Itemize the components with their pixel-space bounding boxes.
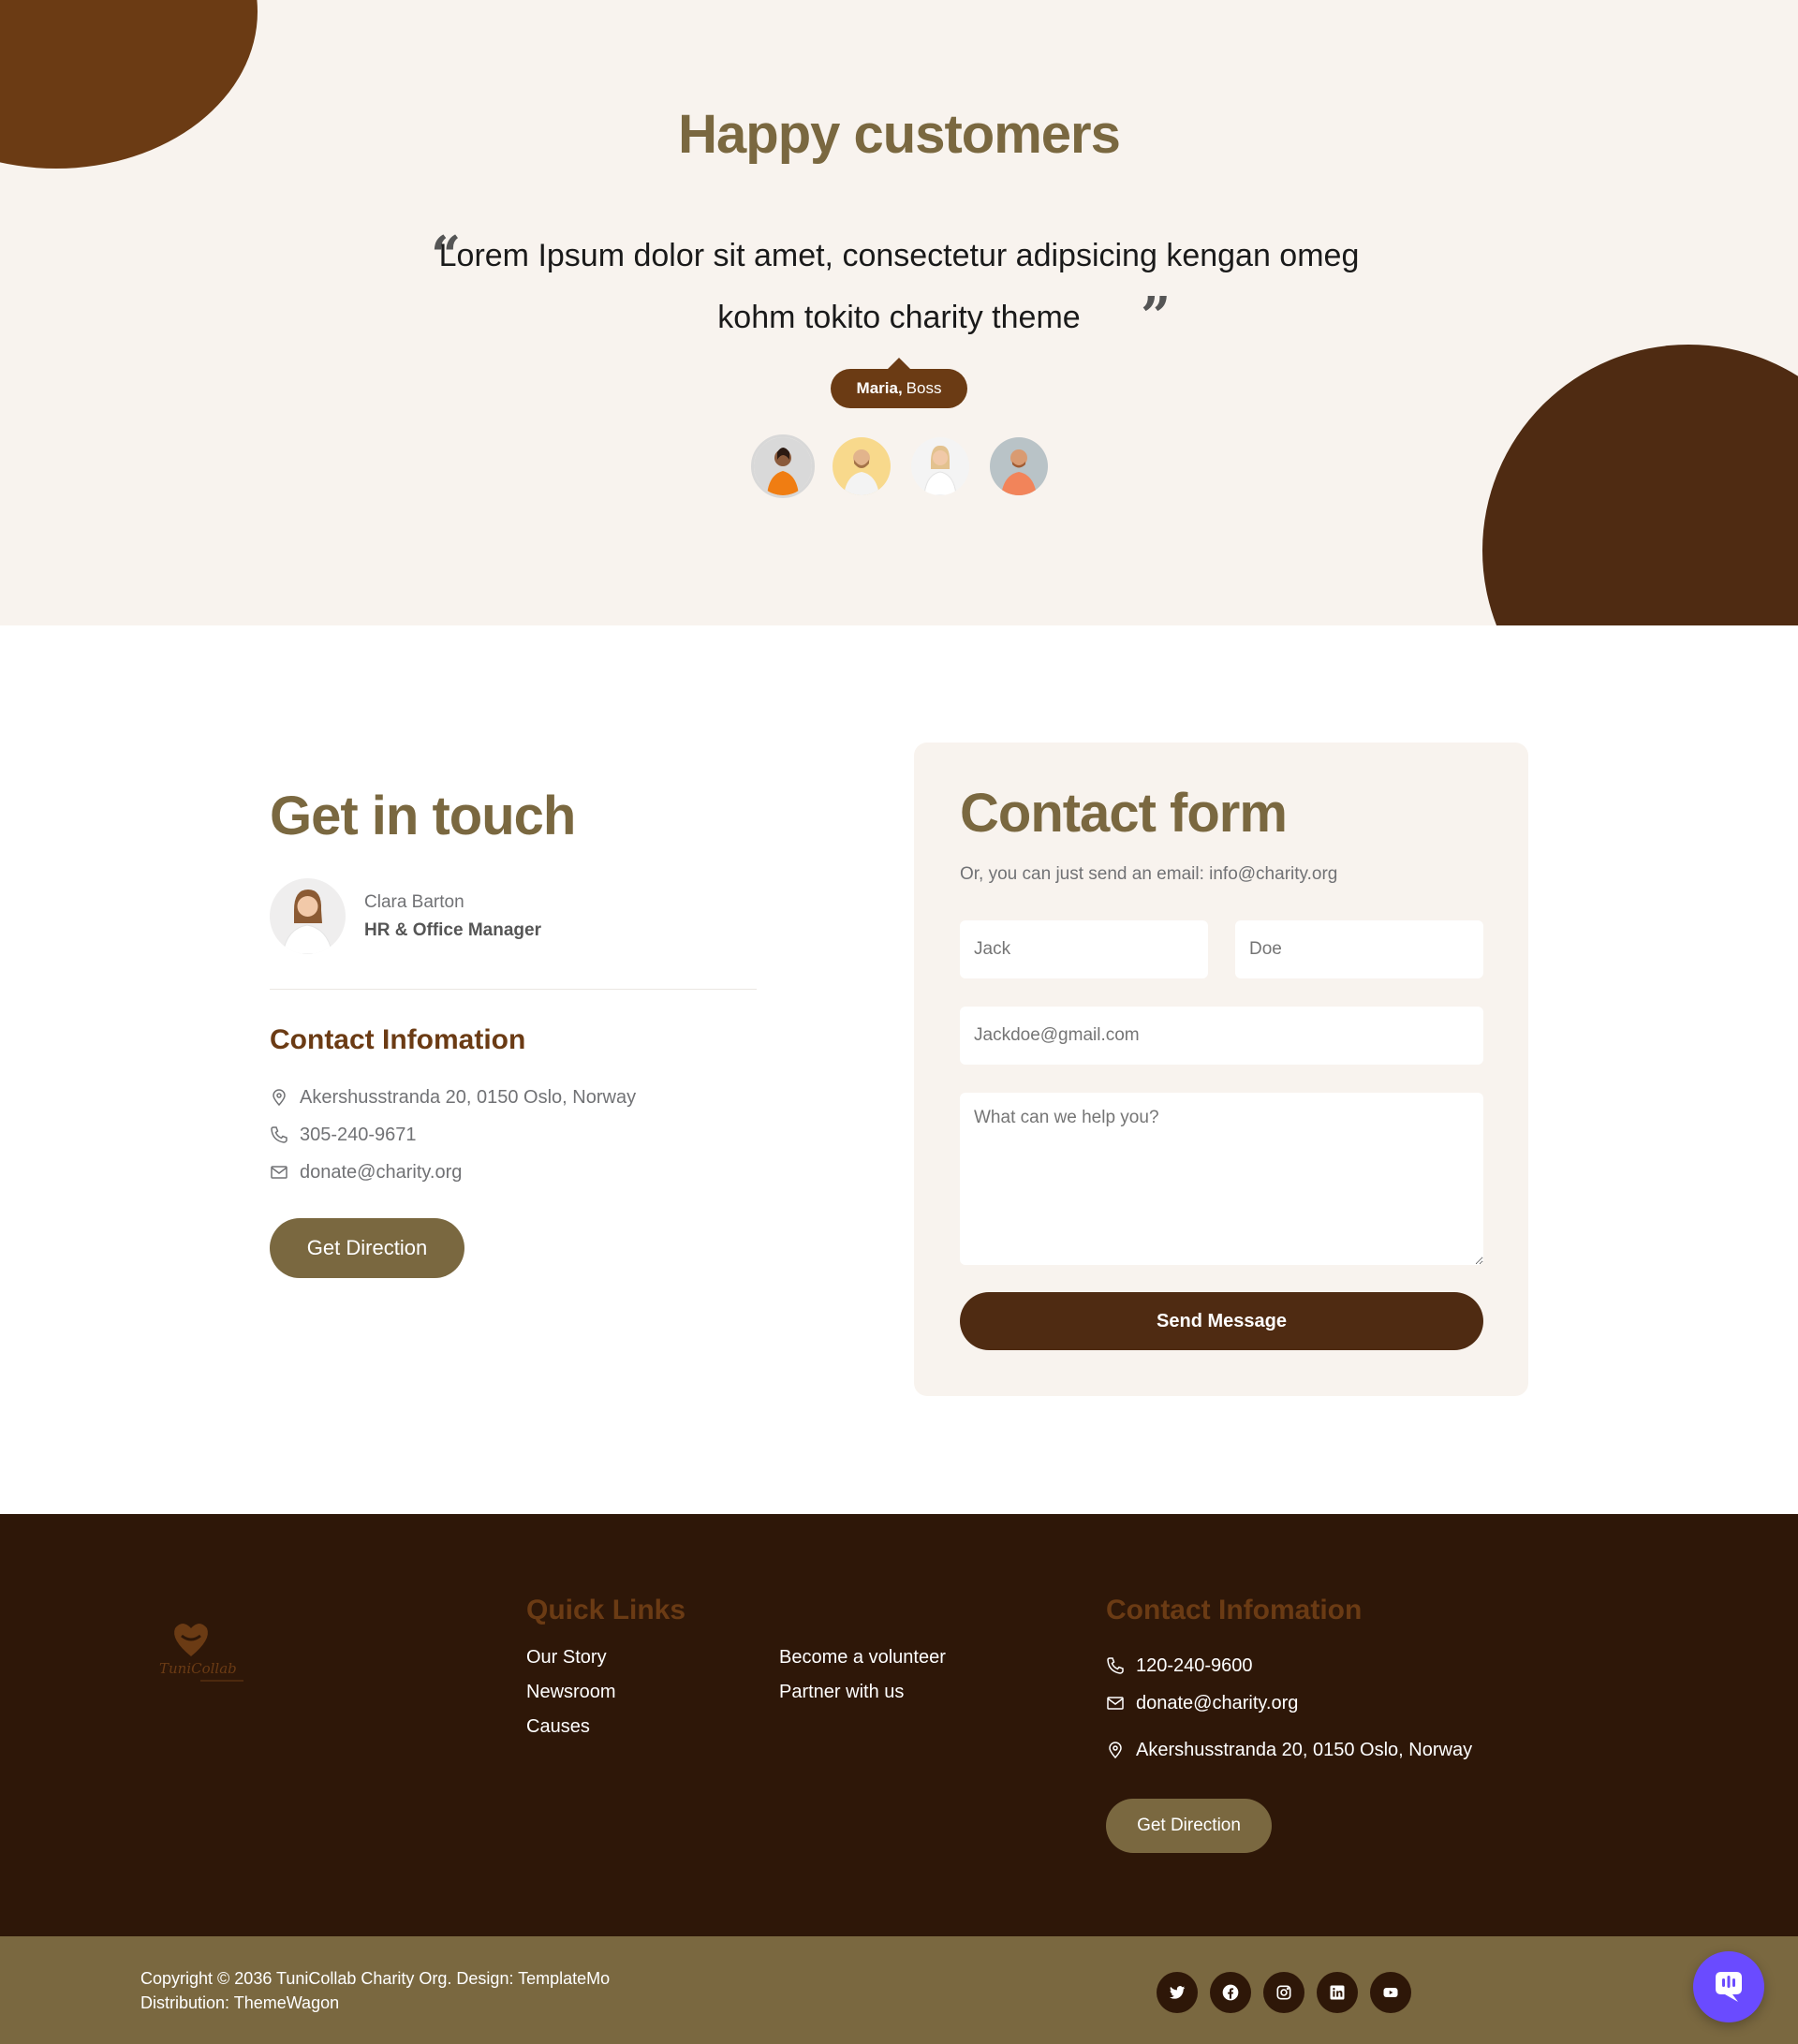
avatar-woman-orange[interactable] — [751, 434, 815, 498]
avatar-man-beard[interactable] — [833, 437, 891, 495]
site-logo[interactable]: TuniCollab — [154, 1615, 257, 1690]
testimonials-section: Happy customers “ Lorem Ipsum dolor sit … — [0, 0, 1798, 625]
footer-email-link[interactable]: donate@charity.org — [1136, 1693, 1298, 1714]
quick-links-column: Our Story Newsroom Causes — [526, 1647, 616, 1751]
divider — [270, 989, 757, 990]
message-textarea[interactable] — [960, 1093, 1483, 1265]
social-links — [1157, 1972, 1411, 2013]
footer-link-causes[interactable]: Causes — [526, 1716, 616, 1751]
send-message-button[interactable]: Send Message — [960, 1292, 1483, 1350]
testimonial-author: Maria, Boss — [831, 358, 967, 408]
footer-link-newsroom[interactable]: Newsroom — [526, 1682, 616, 1716]
map-pin-icon — [273, 1089, 286, 1107]
email-link[interactable]: donate@charity.org — [300, 1162, 462, 1184]
testimonial-avatars — [751, 434, 1048, 498]
instagram-icon[interactable] — [1263, 1972, 1304, 2013]
phone-icon — [271, 1126, 287, 1143]
footer-contact-title: Contact Infomation — [1106, 1595, 1363, 1625]
footer-phone: 120-240-9600 — [1106, 1647, 1472, 1684]
contact-info-title: Contact Infomation — [270, 1024, 526, 1055]
person-name: Clara Barton — [364, 891, 464, 912]
author-role: Boss — [906, 379, 942, 397]
person-role: HR & Office Manager — [364, 919, 541, 940]
decorative-circle — [1482, 345, 1798, 625]
contact-form-card: Contact form Or, you can just send an em… — [914, 743, 1528, 1396]
get-direction-button[interactable]: Get Direction — [270, 1218, 464, 1278]
linkedin-icon[interactable] — [1317, 1972, 1358, 2013]
contact-form-subtitle: Or, you can just send an email: info@cha… — [960, 864, 1338, 884]
copyright-text: Copyright © 2036 TuniCollab Charity Org.… — [140, 1969, 611, 1988]
chat-widget-button[interactable] — [1693, 1951, 1764, 2022]
avatar-man-orange[interactable] — [990, 437, 1048, 495]
youtube-icon[interactable] — [1370, 1972, 1411, 2013]
close-quote-icon: ” — [1141, 286, 1172, 347]
contact-person: Clara Barton HR & Office Manager — [270, 878, 541, 954]
contact-info-list: Akershusstranda 20, 0150 Oslo, Norway 30… — [270, 1079, 636, 1191]
logo-text: TuniCollab — [159, 1660, 237, 1677]
avatar-woman-blonde[interactable] — [911, 437, 969, 495]
footer-link-volunteer[interactable]: Become a volunteer — [779, 1647, 946, 1682]
author-name: Maria, — [856, 379, 903, 397]
chat-icon — [1716, 1972, 1742, 2002]
email-input[interactable] — [960, 1007, 1483, 1065]
distribution-text: Distribution: ThemeWagon — [140, 1993, 340, 2012]
footer-get-direction-button[interactable]: Get Direction — [1106, 1799, 1272, 1853]
copyright: Copyright © 2036 TuniCollab Charity Org.… — [140, 1966, 610, 2015]
site-footer: TuniCollab Quick Links Our Story Newsroo… — [0, 1514, 1798, 1936]
phone-link[interactable]: 305-240-9671 — [300, 1125, 417, 1146]
contact-phone: 305-240-9671 — [270, 1116, 636, 1154]
get-in-touch-title: Get in touch — [270, 786, 576, 846]
footer-phone-link[interactable]: 120-240-9600 — [1136, 1655, 1253, 1677]
testimonial-quote: Lorem Ipsum dolor sit amet, consectetur … — [438, 238, 1360, 335]
quick-links-title: Quick Links — [526, 1595, 686, 1625]
address-text: Akershusstranda 20, 0150 Oslo, Norway — [300, 1086, 637, 1108]
section-title: Happy customers — [678, 104, 1121, 165]
quick-links-column: Become a volunteer Partner with us — [779, 1647, 946, 1716]
footer-link-our-story[interactable]: Our Story — [526, 1647, 616, 1682]
footer-address: Akershusstranda 20, 0150 Oslo, Norway — [1106, 1731, 1472, 1769]
phone-icon — [1107, 1657, 1124, 1674]
footer-link-partner[interactable]: Partner with us — [779, 1682, 946, 1716]
last-name-input[interactable] — [1235, 920, 1483, 978]
contact-address: Akershusstranda 20, 0150 Oslo, Norway — [270, 1079, 636, 1116]
footer-address-text: Akershusstranda 20, 0150 Oslo, Norway — [1136, 1739, 1473, 1760]
avatar — [270, 878, 346, 954]
contact-form-title: Contact form — [960, 783, 1288, 844]
first-name-input[interactable] — [960, 920, 1208, 978]
contact-email: donate@charity.org — [270, 1154, 636, 1191]
sub-footer: Copyright © 2036 TuniCollab Charity Org.… — [0, 1936, 1798, 2044]
twitter-icon[interactable] — [1157, 1972, 1198, 2013]
facebook-icon[interactable] — [1210, 1972, 1251, 2013]
envelope-icon — [271, 1166, 287, 1179]
footer-email: donate@charity.org — [1106, 1684, 1472, 1722]
footer-contact-list: 120-240-9600 donate@charity.org Akershus… — [1106, 1647, 1472, 1769]
map-pin-icon — [1109, 1742, 1122, 1759]
envelope-icon — [1107, 1697, 1124, 1710]
